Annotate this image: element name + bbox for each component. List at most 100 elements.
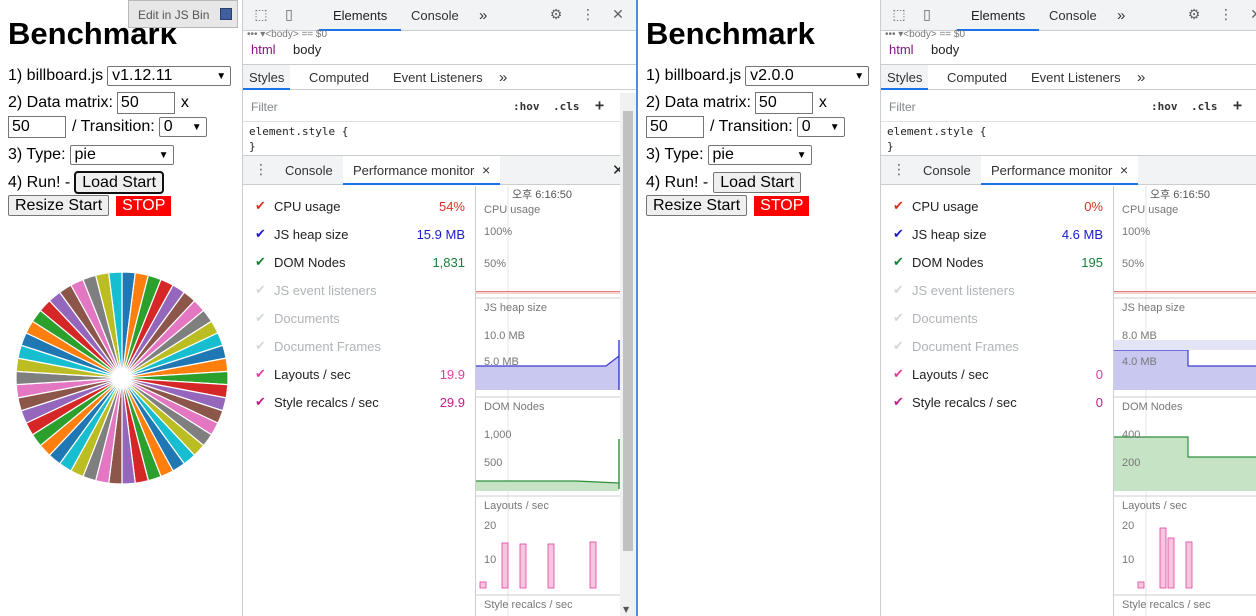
close-tab-icon[interactable]: × xyxy=(482,162,490,178)
metric-row[interactable]: ✔ Style recalcs / sec 29.9 xyxy=(255,390,465,418)
metric-row[interactable]: ✔ JS event listeners xyxy=(255,278,465,306)
kebab-menu-icon[interactable]: ⋮ xyxy=(1218,7,1234,23)
edit-in-jsbin-button[interactable]: Edit in JS Bin xyxy=(128,0,238,28)
metric-row[interactable]: ✔ Document Frames xyxy=(893,334,1103,362)
matrix-y-input[interactable]: 50 xyxy=(646,116,704,138)
type-select[interactable]: pie ▼ xyxy=(707,145,812,165)
checkmark-icon[interactable]: ✔ xyxy=(893,226,904,242)
version-select[interactable]: v1.12.11 ▼ xyxy=(107,66,232,86)
more-tabs-icon[interactable]: » xyxy=(479,0,487,31)
close-tab-icon[interactable]: × xyxy=(1120,162,1128,178)
matrix-y-input[interactable]: 50 xyxy=(8,116,66,138)
transition-select[interactable]: 0 ▼ xyxy=(796,117,845,137)
device-toggle-icon[interactable]: ▯ xyxy=(281,7,297,23)
metric-row[interactable]: ✔ Style recalcs / sec 0 xyxy=(893,390,1103,418)
more-tabs-icon[interactable]: » xyxy=(1137,65,1145,90)
breadcrumb-html[interactable]: html xyxy=(251,42,276,57)
scroll-thumb[interactable] xyxy=(623,111,633,551)
stop-button[interactable]: STOP xyxy=(754,195,810,216)
matrix-x-input[interactable]: 50 xyxy=(754,92,813,114)
checkmark-icon[interactable]: ✔ xyxy=(893,338,904,354)
hov-toggle[interactable]: :hov xyxy=(1151,100,1178,113)
checkmark-icon[interactable]: ✔ xyxy=(893,254,904,270)
filter-input[interactable]: Filter xyxy=(251,100,278,114)
cls-toggle[interactable]: .cls xyxy=(553,100,580,113)
inspect-icon[interactable]: ⬚ xyxy=(891,7,907,23)
metric-row[interactable]: ✔ Documents xyxy=(893,306,1103,334)
metric-row[interactable]: ✔ JS heap size 4.6 MB xyxy=(893,222,1103,250)
checkmark-icon[interactable]: ✔ xyxy=(893,310,904,326)
transition-select[interactable]: 0 ▼ xyxy=(158,117,207,137)
metric-row[interactable]: ✔ CPU usage 0% xyxy=(893,194,1103,222)
type-select[interactable]: pie ▼ xyxy=(69,145,174,165)
resize-start-button[interactable]: Resize Start xyxy=(8,195,110,216)
checkmark-icon[interactable]: ✔ xyxy=(893,282,904,298)
matrix-x-input[interactable]: 50 xyxy=(116,92,175,114)
metric-row[interactable]: ✔ Document Frames xyxy=(255,334,465,362)
kebab-menu-icon[interactable]: ⋮ xyxy=(253,162,269,178)
more-tabs-icon[interactable]: » xyxy=(1117,0,1125,31)
drawer-tab-console[interactable]: Console xyxy=(285,156,333,185)
checkmark-icon[interactable]: ✔ xyxy=(893,394,904,410)
scroll-down-icon[interactable]: ▼ xyxy=(623,605,629,614)
tab-computed[interactable]: Computed xyxy=(309,65,369,90)
transition-label: / Transition: xyxy=(72,118,155,135)
more-tabs-icon[interactable]: » xyxy=(499,65,507,90)
load-start-button[interactable]: Load Start xyxy=(74,171,165,194)
checkmark-icon[interactable]: ✔ xyxy=(255,366,266,382)
graph-tick-label: 400 xyxy=(1122,429,1141,441)
gear-icon[interactable]: ⚙ xyxy=(1186,7,1202,23)
inspect-icon[interactable]: ⬚ xyxy=(253,7,269,23)
metric-row[interactable]: ✔ DOM Nodes 1,831 xyxy=(255,250,465,278)
tab-elements[interactable]: Elements xyxy=(957,0,1040,31)
monitor-scrollbar[interactable]: ▼ xyxy=(620,93,636,616)
checkmark-icon[interactable]: ✔ xyxy=(255,254,266,270)
metric-row[interactable]: ✔ JS event listeners xyxy=(893,278,1103,306)
resize-start-button[interactable]: Resize Start xyxy=(646,195,748,216)
metric-row[interactable]: ✔ Layouts / sec 19.9 xyxy=(255,362,465,390)
checkmark-icon[interactable]: ✔ xyxy=(255,226,266,242)
kebab-menu-icon[interactable]: ⋮ xyxy=(580,7,596,23)
metric-row[interactable]: ✔ DOM Nodes 195 xyxy=(893,250,1103,278)
tab-elements[interactable]: Elements xyxy=(319,0,402,31)
metric-row[interactable]: ✔ Layouts / sec 0 xyxy=(893,362,1103,390)
drawer-tab-console[interactable]: Console xyxy=(923,156,971,185)
device-toggle-icon[interactable]: ▯ xyxy=(919,7,935,23)
checkmark-icon[interactable]: ✔ xyxy=(255,198,266,214)
breadcrumb-body[interactable]: body xyxy=(931,42,959,57)
tab-styles[interactable]: Styles xyxy=(881,65,929,90)
stop-button[interactable]: STOP xyxy=(116,195,172,216)
checkmark-icon[interactable]: ✔ xyxy=(893,198,904,214)
metric-row[interactable]: ✔ Documents xyxy=(255,306,465,334)
tab-computed[interactable]: Computed xyxy=(947,65,1007,90)
cls-toggle[interactable]: .cls xyxy=(1191,100,1218,113)
metric-row[interactable]: ✔ JS heap size 15.9 MB xyxy=(255,222,465,250)
drawer-tab-performance-monitor[interactable]: Performance monitor × xyxy=(981,156,1139,185)
checkmark-icon[interactable]: ✔ xyxy=(255,338,266,354)
checkmark-icon[interactable]: ✔ xyxy=(893,366,904,382)
close-icon[interactable]: ✕ xyxy=(610,7,626,23)
add-rule-icon[interactable]: + xyxy=(595,96,604,114)
filter-input[interactable]: Filter xyxy=(889,100,916,114)
tab-event-listeners[interactable]: Event Listeners xyxy=(1031,65,1121,90)
tab-event-listeners[interactable]: Event Listeners xyxy=(393,65,483,90)
metric-row[interactable]: ✔ CPU usage 54% xyxy=(255,194,465,222)
add-rule-icon[interactable]: + xyxy=(1233,96,1242,114)
metric-name: Documents xyxy=(912,311,978,326)
breadcrumb-body[interactable]: body xyxy=(293,42,321,57)
graph-tick-label: 20 xyxy=(1122,520,1135,532)
checkmark-icon[interactable]: ✔ xyxy=(255,282,266,298)
version-select[interactable]: v2.0.0 ▼ xyxy=(745,66,870,86)
tab-console[interactable]: Console xyxy=(411,0,459,31)
tab-styles[interactable]: Styles xyxy=(243,65,291,90)
close-icon[interactable]: ✕ xyxy=(1248,7,1256,23)
breadcrumb-html[interactable]: html xyxy=(889,42,914,57)
drawer-tab-performance-monitor[interactable]: Performance monitor × xyxy=(343,156,501,185)
kebab-menu-icon[interactable]: ⋮ xyxy=(891,162,907,178)
tab-console[interactable]: Console xyxy=(1049,0,1097,31)
checkmark-icon[interactable]: ✔ xyxy=(255,310,266,326)
load-start-button[interactable]: Load Start xyxy=(713,172,802,193)
gear-icon[interactable]: ⚙ xyxy=(548,7,564,23)
checkmark-icon[interactable]: ✔ xyxy=(255,394,266,410)
hov-toggle[interactable]: :hov xyxy=(513,100,540,113)
